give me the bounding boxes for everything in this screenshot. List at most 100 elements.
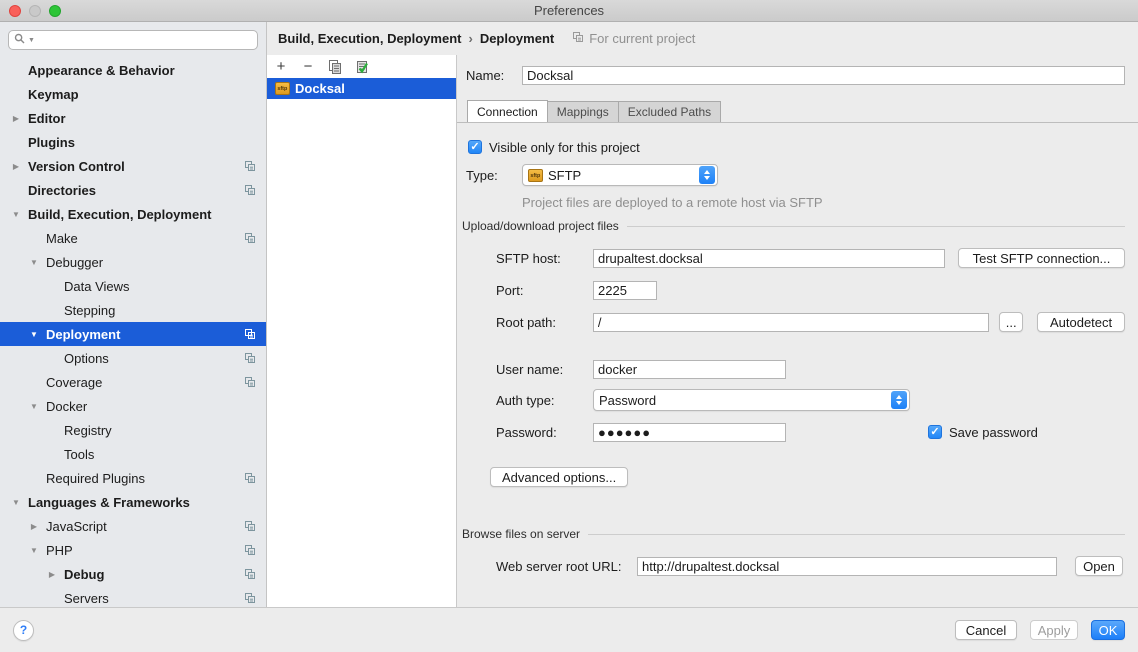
tab-divider [457,122,1138,123]
sftp-host-field[interactable] [593,249,945,268]
sidebar-item-registry[interactable]: Registry [0,418,266,442]
sidebar-item-label: Required Plugins [46,471,145,486]
server-list-item-docksal[interactable]: sftp Docksal [267,78,456,99]
sidebar-item-editor[interactable]: ▶ Editor [0,106,266,130]
sidebar-item-docker[interactable]: ▼Docker [0,394,266,418]
chevron-right-icon[interactable]: ▶ [26,522,42,531]
visible-project-label: Visible only for this project [489,140,640,155]
sidebar-item-keymap[interactable]: Keymap [0,82,266,106]
sidebar-item-label: Appearance & Behavior [28,63,175,78]
auth-type-select[interactable]: Password [593,389,910,411]
chevron-right-icon[interactable]: ▶ [8,162,24,171]
sidebar-item-coverage[interactable]: Coverage [0,370,266,394]
sidebar-item-options[interactable]: Options [0,346,266,370]
search-filter-chevron-icon[interactable]: ▼ [28,37,35,44]
sidebar-item-make[interactable]: Make [0,226,266,250]
tab-mappings[interactable]: Mappings [548,101,619,123]
sidebar-item-languages-frameworks[interactable]: ▼ Languages & Frameworks [0,490,266,514]
help-button[interactable]: ? [13,620,34,641]
tab-excluded-paths[interactable]: Excluded Paths [619,101,721,123]
open-button[interactable]: Open [1075,556,1123,576]
sidebar-item-label: Coverage [46,375,102,390]
add-server-icon[interactable]: + [274,60,288,74]
chevron-down-icon[interactable]: ▼ [8,210,24,219]
sidebar-item-directories[interactable]: Directories [0,178,266,202]
sidebar-item-label: Build, Execution, Deployment [28,207,211,222]
sidebar-item-deployment[interactable]: ▼Deployment [0,322,266,346]
copy-server-icon[interactable] [328,60,342,74]
dialog-footer: ? Cancel Apply OK [0,607,1138,652]
search-input[interactable]: ▼ [8,30,258,50]
user-name-field[interactable] [593,360,786,379]
sidebar-item-stepping[interactable]: Stepping [0,298,266,322]
sidebar-item-label: Debugger [46,255,103,270]
port-field[interactable] [593,281,657,300]
visible-project-checkbox[interactable]: ✓ [468,140,482,154]
browse-root-path-button[interactable]: ... [999,312,1023,332]
use-as-default-icon[interactable] [355,60,369,74]
browse-group-label: Browse files on server [462,527,580,541]
sidebar-item-php[interactable]: ▼PHP [0,538,266,562]
chevron-down-icon[interactable]: ▼ [26,402,42,411]
breadcrumb-parent[interactable]: Build, Execution, Deployment [278,31,461,46]
current-project-icon [244,328,256,340]
advanced-options-button[interactable]: Advanced options... [490,467,628,487]
titlebar: Preferences [0,0,1138,22]
chevron-down-icon[interactable]: ▼ [26,546,42,555]
current-project-icon [244,544,256,556]
tab-connection[interactable]: Connection [467,100,548,123]
upload-group-header: Upload/download project files [462,219,1125,233]
sidebar-item-version-control[interactable]: ▶Version Control [0,154,266,178]
select-stepper-icon [699,166,715,184]
ok-button[interactable]: OK [1091,620,1125,640]
zoom-window-button[interactable] [49,5,61,17]
autodetect-button[interactable]: Autodetect [1037,312,1125,332]
sidebar-item-label: Registry [64,423,112,438]
chevron-down-icon[interactable]: ▼ [26,330,42,339]
sidebar-item-debugger[interactable]: ▼ Debugger [0,250,266,274]
sidebar-item-label: Editor [28,111,66,126]
sidebar-item-plugins[interactable]: Plugins [0,130,266,154]
breadcrumb-current: Deployment [480,31,554,46]
save-password-checkbox[interactable]: ✓ [928,425,942,439]
cancel-button[interactable]: Cancel [955,620,1017,640]
user-name-label: User name: [496,362,593,377]
current-project-icon [244,232,256,244]
current-project-icon [244,352,256,364]
sidebar-item-tools[interactable]: Tools [0,442,266,466]
web-root-field[interactable] [637,557,1057,576]
password-field[interactable] [593,423,786,442]
remove-server-icon[interactable]: − [301,60,315,74]
scope-indicator: For current project [572,31,695,46]
upload-group-label: Upload/download project files [462,219,619,233]
current-project-icon [572,31,584,46]
name-field[interactable] [522,66,1125,85]
current-project-icon [244,184,256,196]
sidebar-item-label: Make [46,231,78,246]
current-project-icon [244,568,256,580]
sidebar-item-data-views[interactable]: Data Views [0,274,266,298]
window-title: Preferences [0,3,1138,18]
sidebar-item-build-execution-deployment[interactable]: ▼ Build, Execution, Deployment [0,202,266,226]
type-select[interactable]: sftp SFTP [522,164,718,186]
chevron-right-icon[interactable]: ▶ [44,570,60,579]
sidebar-item-debug[interactable]: ▶Debug [0,562,266,586]
minimize-window-button[interactable] [29,5,41,17]
sidebar-item-javascript[interactable]: ▶JavaScript [0,514,266,538]
apply-button[interactable]: Apply [1030,620,1078,640]
close-window-button[interactable] [9,5,21,17]
sidebar-item-label: Languages & Frameworks [28,495,190,510]
sidebar-item-servers[interactable]: Servers [0,586,266,607]
chevron-right-icon[interactable]: ▶ [8,114,24,123]
sftp-type-icon: sftp [528,169,543,182]
sidebar-item-appearance-behavior[interactable]: Appearance & Behavior [0,58,266,82]
sidebar-item-label: Servers [64,591,109,606]
web-root-label: Web server root URL: [496,559,637,574]
sidebar-item-required-plugins[interactable]: Required Plugins [0,466,266,490]
breadcrumb: Build, Execution, Deployment › Deploymen… [267,22,1138,55]
test-sftp-connection-button[interactable]: Test SFTP connection... [958,248,1125,268]
chevron-down-icon[interactable]: ▼ [8,498,24,507]
chevron-down-icon[interactable]: ▼ [26,258,42,267]
root-path-field[interactable] [593,313,989,332]
save-password-label: Save password [949,425,1038,440]
